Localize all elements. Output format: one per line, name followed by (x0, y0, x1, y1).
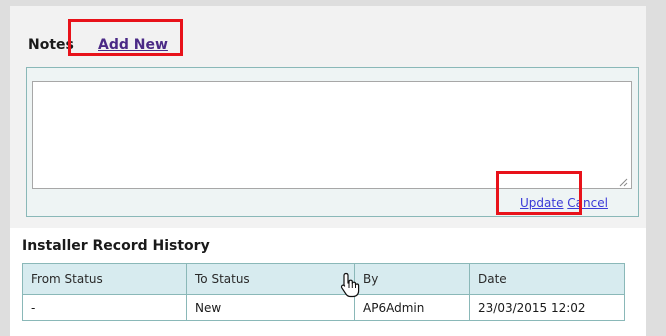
update-link[interactable]: Update (520, 196, 563, 210)
notes-section: Notes Add New Update Cancel (10, 6, 646, 228)
notes-editor: Update Cancel (26, 67, 639, 217)
column-from-status[interactable]: From Status (22, 263, 187, 295)
notes-title: Notes (28, 37, 74, 53)
cancel-link[interactable]: Cancel (567, 196, 608, 210)
column-by[interactable]: By (354, 263, 470, 295)
cell-date: 23/03/2015 12:02 (469, 294, 625, 321)
column-to-status[interactable]: To Status (186, 263, 355, 295)
history-title: Installer Record History (22, 238, 210, 254)
installer-record-panel: Notes Add New Update Cancel Installer Re… (10, 6, 646, 336)
cell-to-status: New (186, 294, 355, 321)
add-new-link[interactable]: Add New (98, 37, 168, 53)
cell-from-status: - (22, 294, 187, 321)
table-header-row: From Status To Status By Date (22, 263, 625, 295)
cell-by: AP6Admin (354, 294, 470, 321)
history-table: From Status To Status By Date - New AP6A… (22, 263, 625, 321)
notes-actions: Update Cancel (520, 196, 608, 210)
table-row: - New AP6Admin 23/03/2015 12:02 (22, 294, 625, 321)
column-date[interactable]: Date (469, 263, 625, 295)
notes-textarea[interactable] (32, 81, 632, 189)
resize-grip-icon[interactable] (619, 178, 628, 187)
